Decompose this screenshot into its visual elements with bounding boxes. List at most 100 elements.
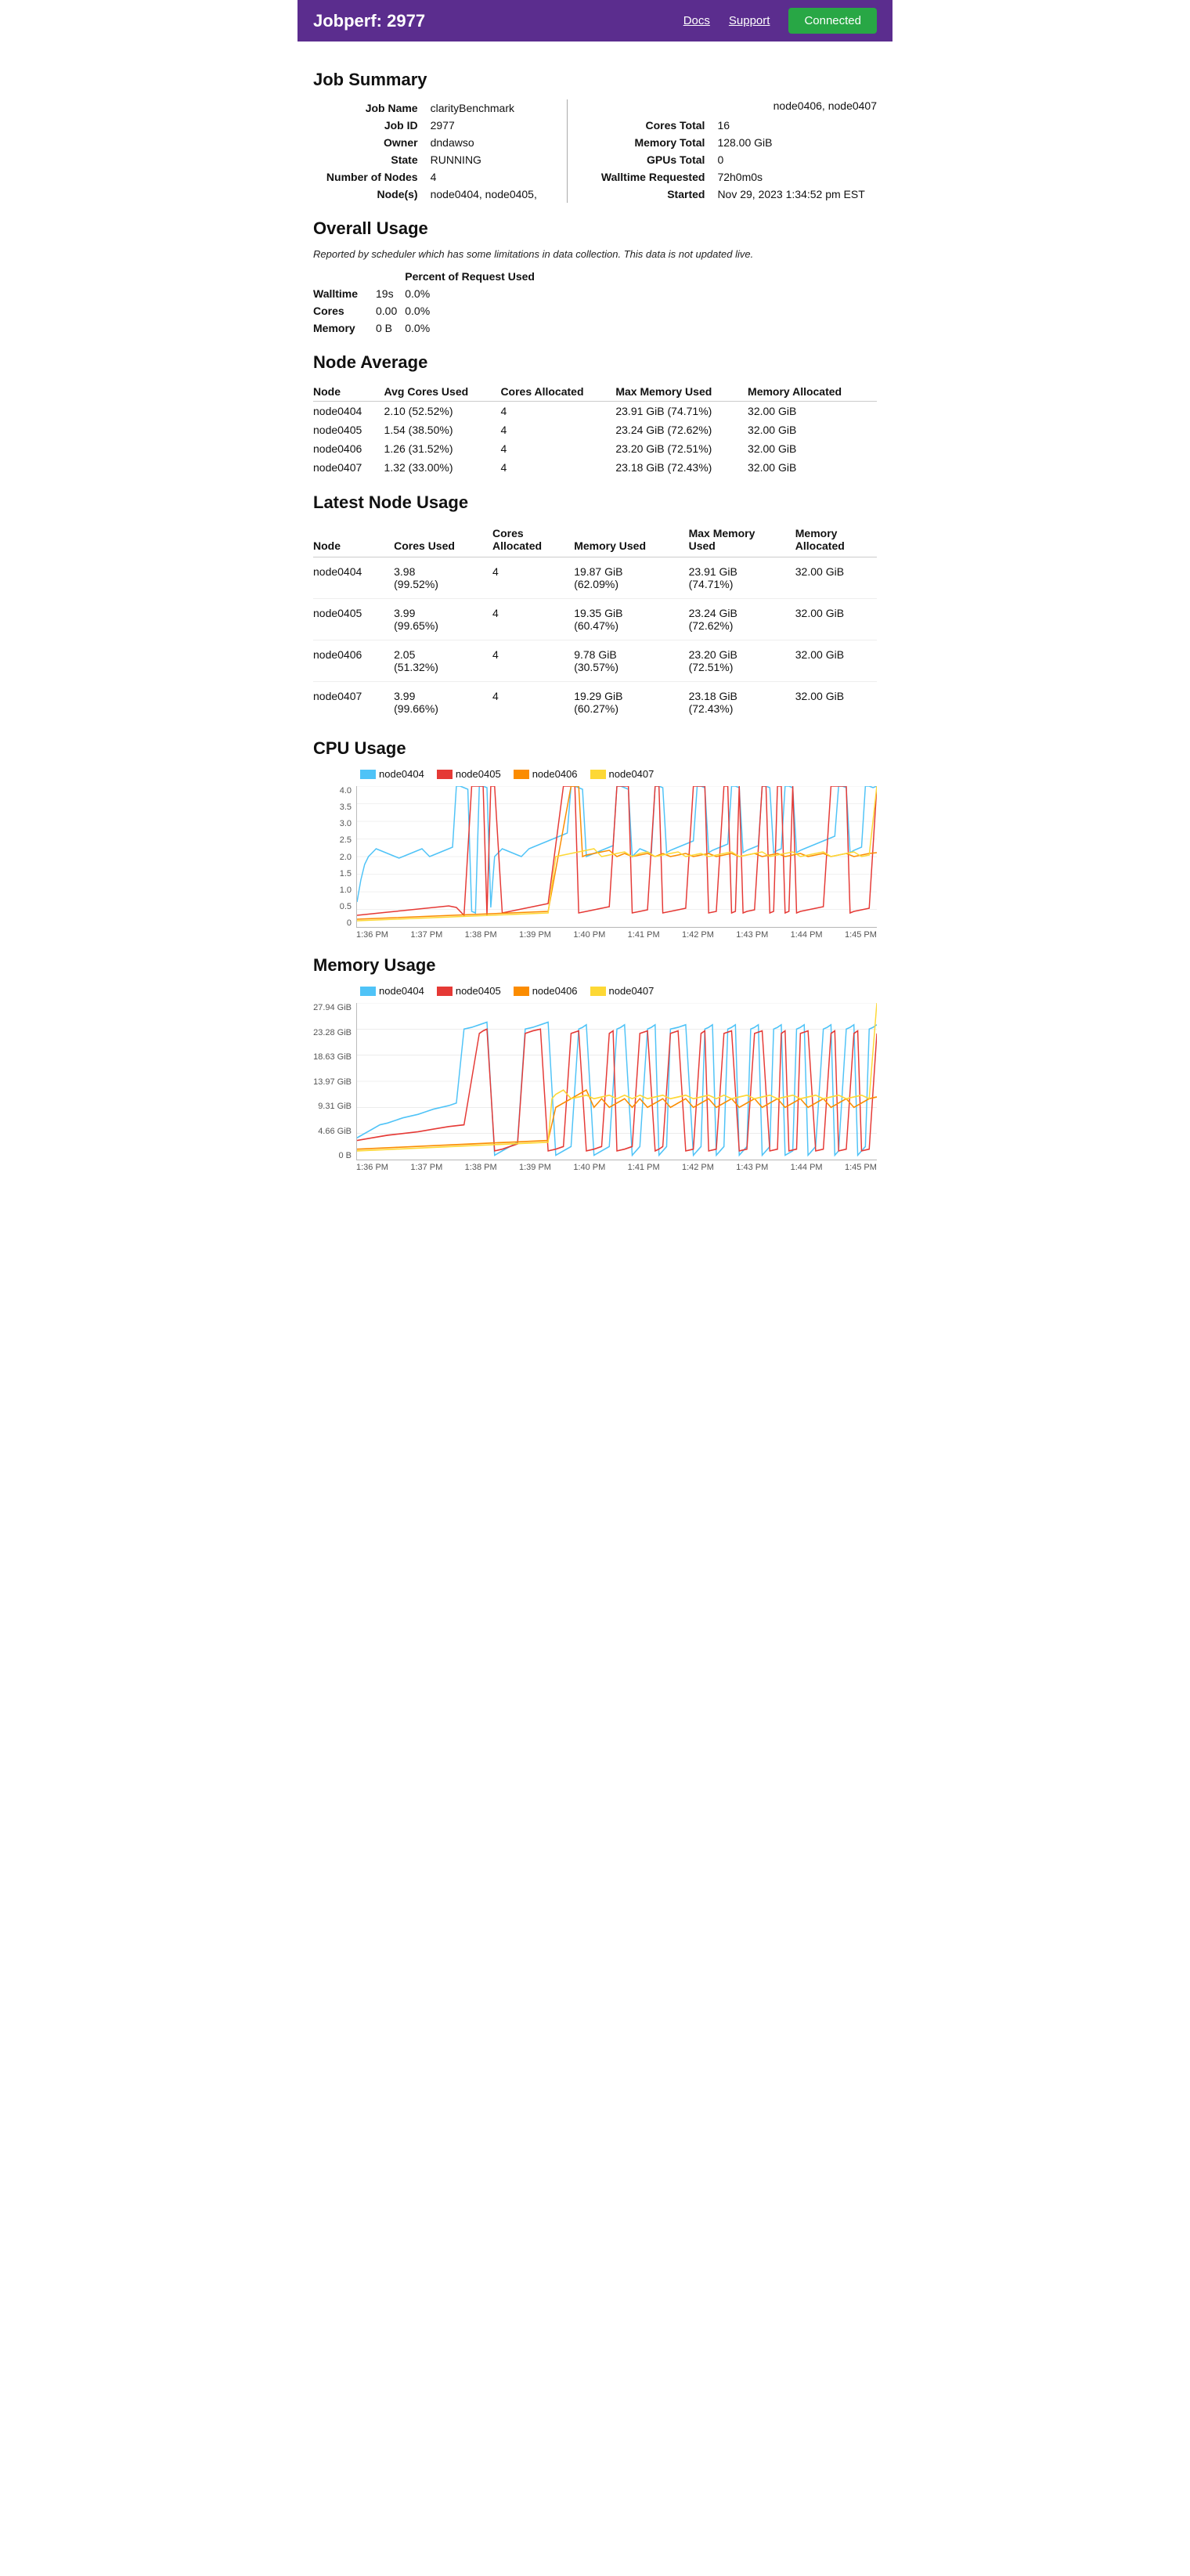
- col-empty: [313, 268, 376, 285]
- legend-label: node0407: [609, 768, 654, 780]
- cell-node: node0407: [313, 458, 384, 477]
- cell-cores-alloc: 4: [492, 640, 574, 682]
- cell-avg-cores: 1.26 (31.52%): [384, 439, 501, 458]
- cell-max-mem: 23.91 GiB (74.71%): [615, 402, 748, 421]
- cell-node: node0406: [313, 439, 384, 458]
- overall-usage-title: Overall Usage: [313, 218, 877, 239]
- col-mem-used: Memory Used: [574, 522, 688, 557]
- field-label: Started: [591, 186, 712, 203]
- legend-label: node0404: [379, 985, 424, 997]
- nodes-extra: node0406, node0407: [591, 99, 877, 112]
- cell-mem-used: 9.78 GiB (30.57%): [574, 640, 688, 682]
- mem-legend-color-node0405: [437, 987, 453, 996]
- cell-mem-used: 19.35 GiB (60.47%): [574, 599, 688, 640]
- field-value: 2977: [426, 117, 551, 134]
- mem-legend-color-node0404: [360, 987, 376, 996]
- col-cores-used: Cores Used: [394, 522, 492, 557]
- support-link[interactable]: Support: [729, 14, 770, 27]
- table-row: Node(s) node0404, node0405,: [313, 186, 551, 203]
- cell-max-mem: 23.18 GiB (72.43%): [689, 682, 795, 723]
- cell-cores-alloc: 4: [500, 420, 615, 439]
- memory-chart-body: [356, 1003, 877, 1160]
- table-row: node0404 3.98 (99.52%) 4 19.87 GiB (62.0…: [313, 557, 877, 599]
- cell-mem-alloc: 32.00 GiB: [795, 682, 877, 723]
- mem-legend-item-node0404: node0404: [360, 985, 424, 997]
- field-label: Cores Total: [591, 117, 712, 134]
- overall-usage-note: Reported by scheduler which has some lim…: [313, 248, 877, 260]
- cell-avg-cores: 1.32 (33.00%): [384, 458, 501, 477]
- cell-cores-used: 3.99 (99.65%): [394, 599, 492, 640]
- field-value: RUNNING: [426, 151, 551, 168]
- field-value: dndawso: [426, 134, 551, 151]
- cell-mem-alloc: 32.00 GiB: [795, 599, 877, 640]
- cell-cores-alloc: 4: [500, 402, 615, 421]
- field-label: Job Name: [313, 99, 426, 117]
- cell-cores-alloc: 4: [492, 682, 574, 723]
- col-max-mem: Max Memory Used: [615, 382, 748, 402]
- table-row: State RUNNING: [313, 151, 551, 168]
- table-row: Job Name clarityBenchmark: [313, 99, 551, 117]
- cell-max-mem: 23.20 GiB (72.51%): [615, 439, 748, 458]
- field-value: clarityBenchmark: [426, 99, 551, 117]
- mem-legend-color-node0407: [590, 987, 606, 996]
- memory-chart-legend: node0404 node0405 node0406 node0407: [360, 985, 877, 997]
- field-label: Number of Nodes: [313, 168, 426, 186]
- legend-item-node0404: node0404: [360, 768, 424, 780]
- field-value: 0.00: [376, 302, 405, 319]
- memory-x-axis: 1:36 PM 1:37 PM 1:38 PM 1:39 PM 1:40 PM …: [356, 1160, 877, 1172]
- legend-item-node0405: node0405: [437, 768, 501, 780]
- table-row: Percent of Request Used: [313, 268, 543, 285]
- table-row: node0404 2.10 (52.52%) 4 23.91 GiB (74.7…: [313, 402, 877, 421]
- col-cores-alloc: CoresAllocated: [492, 522, 574, 557]
- cpu-y-axis: 4.0 3.5 3.0 2.5 2.0 1.5 1.0 0.5 0: [313, 786, 356, 928]
- connected-button[interactable]: Connected: [788, 8, 877, 34]
- legend-color-node0404: [360, 770, 376, 779]
- field-percent: 0.0%: [405, 285, 543, 302]
- field-percent: 0.0%: [405, 319, 543, 337]
- cell-mem-alloc: 32.00 GiB: [795, 557, 877, 599]
- col-cores-alloc: Cores Allocated: [500, 382, 615, 402]
- cell-node: node0405: [313, 420, 384, 439]
- legend-label: node0405: [456, 768, 501, 780]
- memory-y-axis: 27.94 GiB 23.28 GiB 18.63 GiB 13.97 GiB …: [313, 1003, 356, 1160]
- node-average-title: Node Average: [313, 352, 877, 373]
- job-summary-right-table: Cores Total 16 Memory Total 128.00 GiB G…: [591, 117, 877, 203]
- field-label: Memory Total: [591, 134, 712, 151]
- mem-legend-item-node0407: node0407: [590, 985, 654, 997]
- mem-legend-item-node0406: node0406: [514, 985, 578, 997]
- table-row: node0406 1.26 (31.52%) 4 23.20 GiB (72.5…: [313, 439, 877, 458]
- mem-legend-color-node0406: [514, 987, 529, 996]
- table-row: node0405 1.54 (38.50%) 4 23.24 GiB (72.6…: [313, 420, 877, 439]
- percent-header: Percent of Request Used: [405, 268, 543, 285]
- field-value: node0404, node0405,: [426, 186, 551, 203]
- field-label: Owner: [313, 134, 426, 151]
- table-row: node0407 3.99 (99.66%) 4 19.29 GiB (60.2…: [313, 682, 877, 723]
- table-row: Memory Total 128.00 GiB: [591, 134, 877, 151]
- table-row: node0405 3.99 (99.65%) 4 19.35 GiB (60.4…: [313, 599, 877, 640]
- field-label: Walltime: [313, 285, 376, 302]
- cell-mem-alloc: 32.00 GiB: [748, 420, 877, 439]
- legend-item-node0407: node0407: [590, 768, 654, 780]
- cell-max-mem: 23.24 GiB (72.62%): [615, 420, 748, 439]
- table-row: Owner dndawso: [313, 134, 551, 151]
- table-row: Memory 0 B 0.0%: [313, 319, 543, 337]
- cell-mem-alloc: 32.00 GiB: [795, 640, 877, 682]
- docs-link[interactable]: Docs: [683, 14, 710, 27]
- col-mem-alloc: Memory Allocated: [748, 382, 877, 402]
- cell-cores-used: 2.05 (51.32%): [394, 640, 492, 682]
- cell-max-mem: 23.91 GiB (74.71%): [689, 557, 795, 599]
- table-row: node0406 2.05 (51.32%) 4 9.78 GiB (30.57…: [313, 640, 877, 682]
- legend-label: node0404: [379, 768, 424, 780]
- field-label: Walltime Requested: [591, 168, 712, 186]
- col-avg-cores: Avg Cores Used: [384, 382, 501, 402]
- legend-color-node0406: [514, 770, 529, 779]
- cell-cores-alloc: 4: [492, 557, 574, 599]
- overall-usage-table: Percent of Request Used Walltime 19s 0.0…: [313, 268, 543, 337]
- table-row: Number of Nodes 4: [313, 168, 551, 186]
- field-value: 72h0m0s: [712, 168, 877, 186]
- cell-node: node0405: [313, 599, 394, 640]
- main-content: Job Summary Job Name clarityBenchmark Jo…: [298, 41, 892, 1185]
- table-row: Started Nov 29, 2023 1:34:52 pm EST: [591, 186, 877, 203]
- cell-node: node0404: [313, 402, 384, 421]
- legend-color-node0405: [437, 770, 453, 779]
